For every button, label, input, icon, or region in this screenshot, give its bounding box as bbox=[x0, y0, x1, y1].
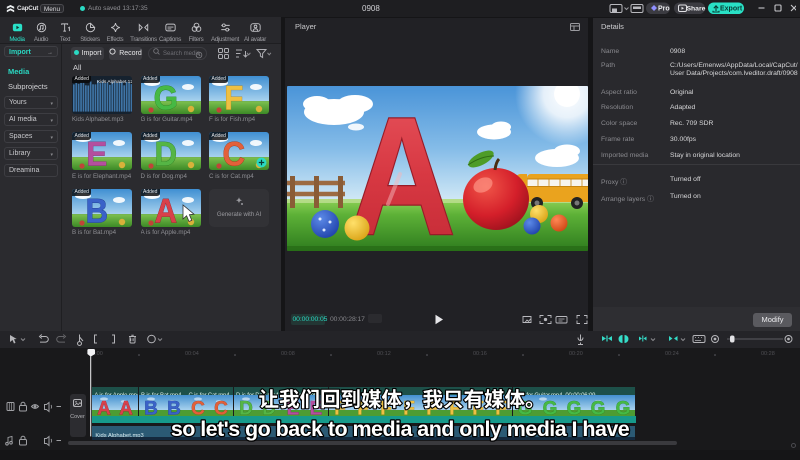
svg-text:D: D bbox=[262, 398, 276, 417]
svg-text:F: F bbox=[403, 398, 415, 417]
svg-text:G: G bbox=[542, 398, 557, 417]
svg-text:E: E bbox=[86, 134, 107, 170]
svg-text:D: D bbox=[239, 398, 253, 417]
svg-text:F: F bbox=[449, 398, 461, 417]
svg-text:F: F bbox=[334, 398, 346, 417]
svg-text:C: C bbox=[223, 134, 246, 170]
svg-text:F: F bbox=[380, 398, 392, 417]
svg-text:G: G bbox=[566, 398, 581, 417]
svg-text:E: E bbox=[310, 398, 323, 417]
svg-text:Export: Export bbox=[720, 6, 743, 13]
svg-text:A: A bbox=[120, 398, 134, 417]
svg-text:G: G bbox=[517, 398, 532, 417]
svg-text:F: F bbox=[224, 78, 243, 114]
svg-text:C: C bbox=[192, 398, 206, 417]
svg-text:B: B bbox=[86, 191, 109, 227]
svg-text:A: A bbox=[154, 191, 177, 227]
svg-text:F: F bbox=[426, 398, 438, 417]
svg-text:F: F bbox=[495, 398, 507, 417]
svg-text:G: G bbox=[615, 398, 630, 417]
svg-text:D: D bbox=[154, 134, 177, 170]
svg-text:Share: Share bbox=[687, 6, 706, 13]
svg-text:C: C bbox=[215, 398, 229, 417]
svg-text:F: F bbox=[472, 398, 484, 417]
svg-text:Pro: Pro bbox=[658, 6, 670, 13]
svg-text:G: G bbox=[590, 398, 605, 417]
svg-text:E: E bbox=[287, 398, 300, 417]
svg-text:Kids Alphabet 128 kb: Kids Alphabet 128 kb bbox=[97, 79, 132, 85]
svg-text:F: F bbox=[357, 398, 369, 417]
svg-text:G: G bbox=[153, 78, 177, 114]
svg-text:B: B bbox=[167, 398, 181, 417]
svg-text:B: B bbox=[144, 398, 158, 417]
svg-text:A: A bbox=[98, 398, 112, 417]
